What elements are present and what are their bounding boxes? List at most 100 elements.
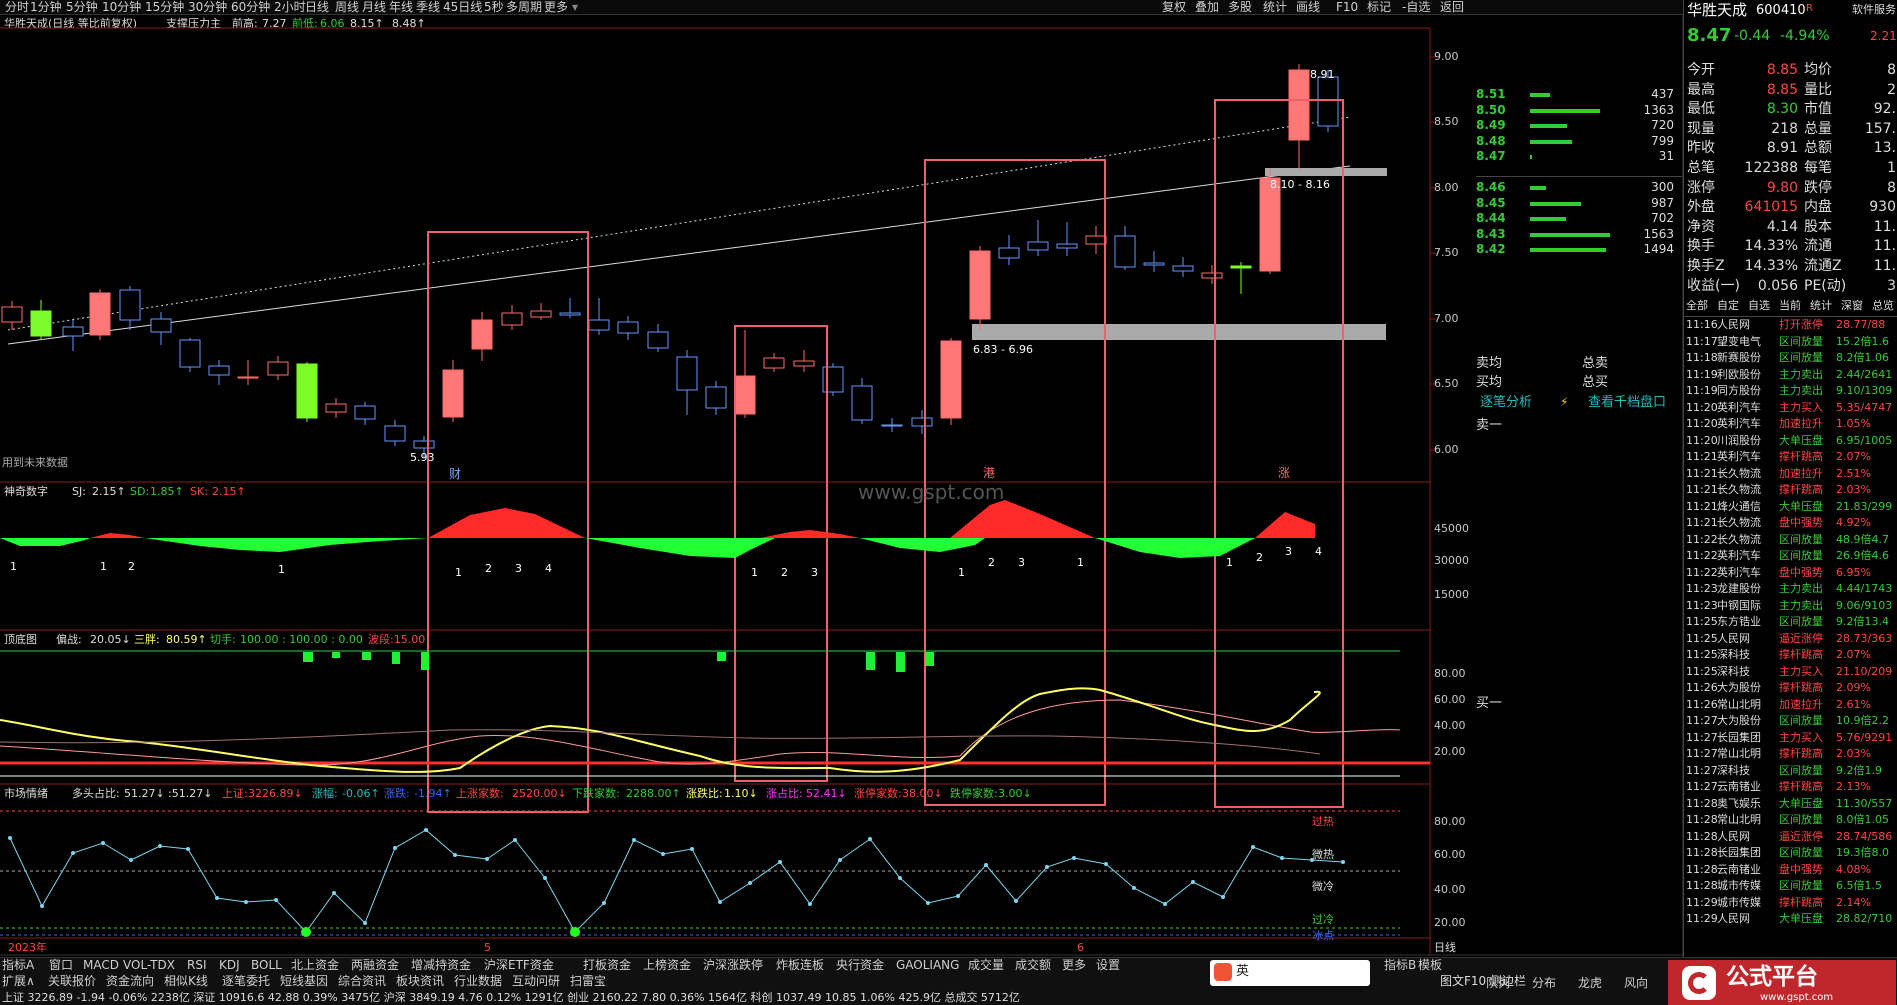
order-volume-bar — [1530, 232, 1610, 237]
sentiment-point — [748, 881, 752, 885]
dock-tab[interactable]: 风向 — [1624, 976, 1648, 991]
tape-value: 2.14% — [1836, 895, 1871, 909]
order-book-row[interactable]: 8.42 1494 — [1476, 243, 1680, 258]
ime-toolbar[interactable]: 英 — [1210, 960, 1370, 986]
tape-value: 8.0倍1.05 — [1836, 813, 1889, 826]
stat-value: 0.056 — [1757, 277, 1798, 294]
indicator-tab[interactable]: 增减持资金 — [411, 958, 471, 973]
indicator-tab[interactable]: 上榜资金 — [643, 958, 691, 973]
order-book-row[interactable]: 8.46 300 — [1476, 181, 1680, 196]
indicator-tab[interactable]: KDJ — [219, 958, 240, 973]
tape-time: 11:28 — [1686, 846, 1718, 859]
order-volume-bar — [1530, 201, 1581, 206]
dock-tab[interactable]: 龙虎 — [1578, 976, 1602, 991]
candlestick — [881, 424, 903, 427]
trading-app: { "period_tabs":["分时","1分钟","5分钟","10分钟"… — [0, 0, 1897, 1005]
tape-time: 11:23 — [1686, 582, 1718, 595]
tape-tab[interactable]: 深窗 — [1841, 299, 1863, 313]
dock-tab[interactable]: 分布 — [1532, 976, 1556, 991]
price-tick: 7.00 — [1434, 312, 1459, 325]
zone-label-freeze: 冰点 — [1312, 929, 1334, 942]
stat-label-2: 流通 — [1804, 238, 1832, 255]
dock-tab[interactable]: 队列 — [1486, 976, 1510, 991]
stock-code: 600410 — [1756, 3, 1806, 18]
tape-value: 21.10/209 — [1836, 664, 1893, 678]
indicator-tab[interactable]: 央行资金 — [836, 958, 884, 973]
order-book-row[interactable]: 8.43 1563 — [1476, 227, 1680, 243]
tape-tab[interactable]: 自选 — [1748, 299, 1770, 313]
indicator-tab[interactable]: BOLL — [251, 958, 282, 973]
tick-analysis-tab[interactable]: 逐笔分析 — [1480, 396, 1532, 409]
f10-sidebar-link[interactable]: 图文F10 侧边栏 — [1440, 974, 1526, 989]
tape-tab[interactable]: 全部 — [1686, 299, 1708, 313]
sub-tab[interactable]: 扫雷宝 — [570, 974, 606, 989]
stat-value-2: 1 — [1887, 160, 1896, 176]
sub-tab[interactable]: 资金流向 — [106, 974, 154, 989]
low-price-label: 5.93 — [410, 451, 435, 464]
indicator-tab[interactable]: 沪深涨跌停 — [703, 958, 763, 973]
panel3-name: 顶底图 — [4, 633, 37, 646]
sub-tab[interactable]: 逐笔委托 — [222, 974, 270, 989]
sub-tab[interactable]: 相似K线 — [164, 974, 208, 989]
sub-tab[interactable]: 扩展∧ — [2, 974, 35, 989]
last-price: 8.47 — [1687, 25, 1732, 46]
tape-time: 11:27 — [1686, 714, 1718, 727]
side-extra-value: 2.21 — [1870, 29, 1897, 43]
tape-value: 28.77/88 — [1836, 318, 1886, 331]
indicator-tab[interactable]: GAOLIANG — [896, 958, 959, 973]
tape-value: 21.83/299 — [1836, 499, 1893, 513]
indicator-tab[interactable]: 北上资金 — [291, 958, 339, 973]
tape-tab[interactable]: 统计 — [1810, 299, 1832, 313]
indicator-tab[interactable]: 两融资金 — [351, 958, 399, 973]
indicator-tab[interactable]: 窗口 — [49, 958, 73, 973]
tape-value: 15.2倍1.6 — [1836, 334, 1889, 348]
order-book-row[interactable]: 8.51 437 — [1476, 88, 1680, 103]
tape-action: 加速拉升 — [1779, 466, 1823, 480]
indicator-tab[interactable]: RSI — [187, 958, 207, 973]
indicator-tab[interactable]: MACD — [83, 958, 119, 973]
tab-indicator-b[interactable]: 指标B — [1384, 958, 1416, 973]
tape-value: 4.44/1743 — [1836, 582, 1893, 595]
order-book-row[interactable]: 8.49 720 — [1476, 119, 1680, 134]
sub-tab[interactable]: 板块资讯 — [396, 974, 444, 989]
candlestick — [1143, 262, 1165, 266]
sub-tab[interactable]: 短线基因 — [280, 974, 328, 989]
candlestick — [734, 375, 756, 415]
order-book-row[interactable]: 8.50 1363 — [1476, 103, 1680, 119]
wave-count-label: 3 — [811, 566, 818, 579]
order-book-row[interactable]: 8.45 987 — [1476, 196, 1680, 212]
tape-tab[interactable]: 当前 — [1779, 299, 1801, 313]
panel4-down: 2288.00↑ — [626, 787, 681, 800]
tape-stock: 英利汽车 — [1717, 450, 1761, 463]
sub-tab[interactable]: 行业数据 — [454, 974, 502, 989]
candlestick — [1027, 241, 1049, 251]
order-book-row[interactable]: 8.48 799 — [1476, 134, 1680, 150]
indicator-tab[interactable]: 打板资金 — [583, 958, 631, 973]
green-area — [585, 538, 735, 558]
tape-action: 打开涨停 — [1779, 318, 1823, 331]
indicator-tab[interactable]: 设置 — [1096, 958, 1120, 973]
tape-stock: 望变电气 — [1717, 334, 1761, 348]
sentiment-point — [301, 927, 311, 937]
indicator-tab[interactable]: 成交额 — [1015, 958, 1051, 973]
tape-value: 28.73/363 — [1836, 631, 1893, 645]
sub-tab[interactable]: 关联报价 — [48, 974, 96, 989]
tape-tab[interactable]: 自定 — [1717, 299, 1739, 313]
tab-template[interactable]: 模板 — [1418, 958, 1442, 973]
indicator-tab[interactable]: 指标A — [2, 958, 34, 973]
indicator-tab[interactable]: 更多 — [1062, 958, 1086, 973]
order-book-row[interactable]: 8.44 702 — [1476, 212, 1680, 227]
indicator-tab[interactable]: 沪深ETF资金 — [484, 958, 554, 973]
indicator-tab[interactable]: 成交量 — [968, 958, 1004, 973]
sub-tab[interactable]: 综合资讯 — [338, 974, 386, 989]
sentiment-point — [926, 901, 930, 905]
tape-stock: 长园集团 — [1717, 730, 1761, 744]
tape-time: 11:25 — [1686, 631, 1718, 645]
depth-tab[interactable]: 查看千档盘口 — [1588, 396, 1666, 409]
sub-tab[interactable]: 互动问研 — [512, 974, 560, 989]
tape-tab[interactable]: 总览 — [1872, 299, 1894, 313]
indicator-tab[interactable]: 炸板连板 — [776, 958, 824, 973]
zone-label-cool: 微冷 — [1312, 880, 1334, 893]
order-book-row[interactable]: 8.47 31 — [1476, 150, 1680, 165]
indicator-tab[interactable]: VOL-TDX — [123, 958, 175, 973]
